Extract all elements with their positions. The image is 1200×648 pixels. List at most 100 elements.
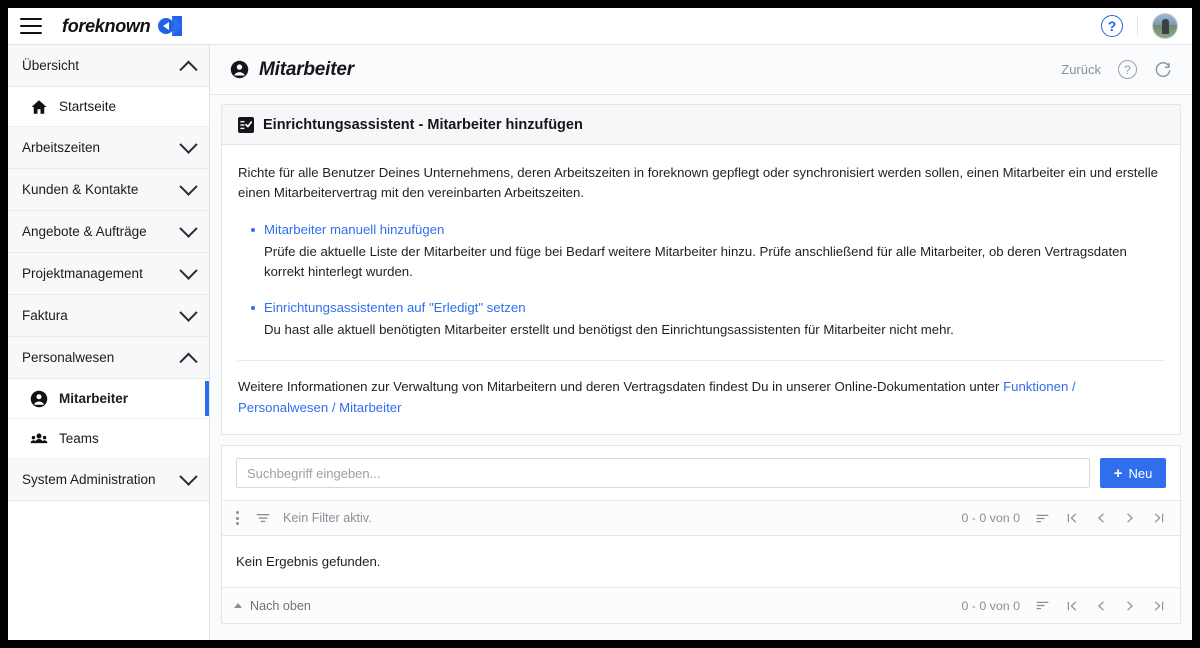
chevron-down-icon [179, 261, 198, 280]
app-window: foreknown ? Übersicht Startseite Arbeits… [8, 8, 1192, 640]
sidebar-group-personalwesen[interactable]: Personalwesen [8, 337, 209, 379]
chevron-down-icon [179, 219, 198, 238]
filter-status-text: Kein Filter aktiv. [283, 511, 372, 526]
chevron-down-icon [179, 303, 198, 322]
last-page-icon[interactable] [1152, 599, 1166, 613]
person-icon [30, 390, 48, 407]
task-description: Du hast alle aktuell benötigten Mitarbei… [264, 321, 954, 337]
top-bar: foreknown ? [8, 8, 1192, 45]
task-link-add-employee-manually[interactable]: Mitarbeiter manuell hinzufügen [264, 222, 444, 237]
refresh-icon[interactable] [1154, 61, 1172, 79]
filter-icon[interactable] [255, 510, 271, 526]
checklist-icon [238, 116, 254, 133]
task-description: Prüfe die aktuelle Liste der Mitarbeiter… [264, 243, 1127, 280]
sidebar-group-arbeitszeiten[interactable]: Arbeitszeiten [8, 127, 209, 169]
plus-icon: + [1113, 464, 1123, 482]
sidebar-group-label: Kunden & Kontakte [22, 182, 139, 197]
previous-page-icon[interactable] [1094, 599, 1108, 613]
doc-link-mitarbeiter[interactable]: Mitarbeiter [339, 400, 401, 415]
setup-wizard-card-body: Richte für alle Benutzer Deines Unterneh… [222, 145, 1180, 434]
help-icon[interactable]: ? [1118, 60, 1137, 79]
sidebar-group-label: Übersicht [22, 58, 80, 73]
sidebar: Übersicht Startseite Arbeitszeiten Kunde… [8, 45, 210, 640]
sidebar-group-label: Arbeitszeiten [22, 140, 101, 155]
employee-list-card: + Neu Kein Filter aktiv. 0 [221, 445, 1181, 625]
list-footer-row: Nach oben 0 - 0 von 0 [222, 587, 1180, 624]
setup-wizard-title: Einrichtungsassistent - Mitarbeiter hinz… [263, 116, 583, 133]
chevron-down-icon [179, 177, 198, 196]
caret-up-icon[interactable] [234, 603, 242, 609]
chevron-up-icon [179, 60, 198, 79]
brand-name: foreknown [62, 15, 151, 36]
doc-link-separator: / [1068, 379, 1076, 395]
app-body: Übersicht Startseite Arbeitszeiten Kunde… [8, 45, 1192, 640]
brand-logo[interactable]: foreknown [62, 16, 183, 37]
sidebar-item-label: Startseite [59, 99, 117, 114]
pagination-count: 0 - 0 von 0 [961, 511, 1020, 526]
chevron-down-icon [179, 467, 198, 486]
previous-page-icon[interactable] [1094, 511, 1108, 525]
sidebar-group-label: Angebote & Aufträge [22, 224, 147, 239]
divider [238, 360, 1164, 362]
documentation-note-prefix: Weitere Informationen zur Verwaltung von… [238, 379, 1004, 395]
sidebar-item-label: Mitarbeiter [59, 391, 129, 406]
sidebar-group-label: Personalwesen [22, 350, 115, 365]
foreknown-logo-icon [158, 16, 183, 36]
search-input[interactable] [236, 458, 1090, 489]
sidebar-group-label: Projektmanagement [22, 266, 143, 281]
list-item: Einrichtungsassistenten auf "Erledigt" s… [251, 299, 1164, 340]
doc-link-separator: / [328, 399, 340, 415]
new-button[interactable]: + Neu [1100, 458, 1166, 489]
sidebar-filler [8, 501, 209, 640]
documentation-note: Weitere Informationen zur Verwaltung von… [238, 377, 1164, 418]
page-title-wrap: Mitarbeiter [230, 59, 354, 81]
filter-row: Kein Filter aktiv. 0 - 0 von 0 [222, 500, 1180, 537]
chevron-up-icon [179, 352, 198, 371]
next-page-icon[interactable] [1123, 511, 1137, 525]
sidebar-group-angebote-auftraege[interactable]: Angebote & Aufträge [8, 211, 209, 253]
people-group-icon [30, 433, 48, 443]
hamburger-menu-icon[interactable] [20, 18, 42, 34]
sidebar-item-mitarbeiter[interactable]: Mitarbeiter [8, 379, 209, 419]
doc-link-funktionen[interactable]: Funktionen [1003, 379, 1068, 394]
setup-wizard-card: Einrichtungsassistent - Mitarbeiter hinz… [221, 104, 1181, 436]
next-page-icon[interactable] [1123, 599, 1137, 613]
sidebar-item-label: Teams [59, 431, 99, 446]
back-button[interactable]: Zurück [1061, 62, 1101, 77]
main-content: Mitarbeiter Zurück ? Einrichtungsassiste… [210, 45, 1192, 640]
sidebar-item-teams[interactable]: Teams [8, 419, 209, 459]
new-button-label: Neu [1128, 465, 1153, 481]
pagination-bottom: 0 - 0 von 0 [961, 598, 1166, 613]
pagination-top: 0 - 0 von 0 [961, 511, 1166, 526]
sidebar-group-faktura[interactable]: Faktura [8, 295, 209, 337]
pagination-count: 0 - 0 von 0 [961, 598, 1020, 613]
sort-icon[interactable] [1035, 511, 1050, 526]
sidebar-group-label: System Administration [22, 472, 156, 487]
search-row: + Neu [222, 446, 1180, 500]
last-page-icon[interactable] [1152, 511, 1166, 525]
setup-wizard-card-header: Einrichtungsassistent - Mitarbeiter hinz… [222, 105, 1180, 145]
wizard-task-list: Mitarbeiter manuell hinzufügen Prüfe die… [238, 221, 1164, 340]
sidebar-group-uebersicht[interactable]: Übersicht [8, 45, 209, 87]
more-vertical-icon[interactable] [232, 509, 243, 527]
divider [1137, 16, 1138, 36]
sidebar-item-startseite[interactable]: Startseite [8, 87, 209, 127]
content-scroll-area[interactable]: Einrichtungsassistent - Mitarbeiter hinz… [210, 95, 1192, 640]
back-to-top-button[interactable]: Nach oben [250, 599, 311, 613]
sidebar-group-projektmanagement[interactable]: Projektmanagement [8, 253, 209, 295]
help-icon[interactable]: ? [1101, 15, 1123, 37]
doc-link-personalwesen[interactable]: Personalwesen [238, 400, 328, 415]
top-bar-actions: ? [1101, 13, 1178, 39]
empty-result-message: Kein Ergebnis gefunden. [236, 554, 381, 570]
sidebar-group-system-administration[interactable]: System Administration [8, 459, 209, 501]
sidebar-group-kunden-kontakte[interactable]: Kunden & Kontakte [8, 169, 209, 211]
list-item: Mitarbeiter manuell hinzufügen Prüfe die… [251, 221, 1164, 283]
first-page-icon[interactable] [1065, 599, 1079, 613]
chevron-down-icon [179, 135, 198, 154]
page-title: Mitarbeiter [259, 58, 354, 80]
first-page-icon[interactable] [1065, 511, 1079, 525]
avatar[interactable] [1152, 13, 1178, 39]
sort-icon[interactable] [1035, 598, 1050, 613]
task-link-mark-wizard-done[interactable]: Einrichtungsassistenten auf "Erledigt" s… [264, 300, 526, 315]
wizard-intro-text: Richte für alle Benutzer Deines Unterneh… [238, 165, 1158, 201]
